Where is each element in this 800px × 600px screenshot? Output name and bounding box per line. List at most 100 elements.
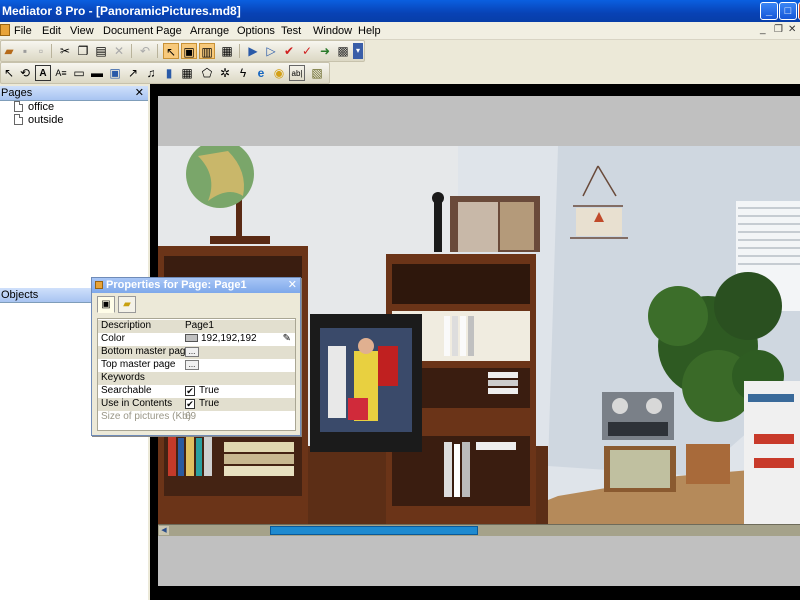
app-menu-icon[interactable]: [0, 24, 10, 36]
page-top-margin: [158, 96, 800, 146]
undo-icon[interactable]: ↶: [137, 43, 153, 59]
toolbar-chevron-icon[interactable]: ▾: [353, 43, 363, 59]
flash-tool-icon[interactable]: ϟ: [235, 65, 251, 81]
grid-icon[interactable]: ▦: [219, 43, 235, 59]
ellipsis-button[interactable]: ...: [185, 347, 199, 357]
mdi-restore-button[interactable]: ❐: [774, 24, 783, 35]
menu-test[interactable]: Test: [281, 25, 301, 37]
cut-icon[interactable]: ✂: [57, 43, 73, 59]
property-label: Keywords: [101, 372, 145, 383]
input-field-tool-icon[interactable]: ab|: [289, 65, 305, 81]
select-tool-icon[interactable]: ↖: [163, 43, 179, 59]
scroll-left-arrow-icon[interactable]: ◀: [159, 526, 169, 535]
draw-tool-icon[interactable]: ↗: [125, 65, 141, 81]
use-in-contents-checkbox[interactable]: ✔: [185, 399, 195, 409]
eyedropper-icon[interactable]: ✎: [283, 333, 291, 344]
mdi-minimize-button[interactable]: _: [760, 24, 766, 35]
menu-help[interactable]: Help: [358, 25, 381, 37]
delete-icon[interactable]: ✕: [111, 43, 127, 59]
property-grid: Description Page1 Color 192,192,192 ✎ Bo…: [97, 318, 296, 431]
color-swatch[interactable]: [185, 334, 198, 342]
pages-panel-close-icon[interactable]: ✕: [135, 86, 144, 99]
property-label: Size of pictures (Kb): [101, 411, 192, 422]
menu-bar: File Edit View Document Page Arrange Opt…: [0, 22, 800, 40]
title-bar: Mediator 8 Pro - [PanoramicPictures.md8]…: [0, 0, 800, 22]
horizontal-scrollbar[interactable]: ◀: [158, 524, 800, 536]
property-label: Searchable: [101, 385, 152, 396]
property-value: 69: [185, 411, 197, 422]
print-icon[interactable]: ▫: [33, 43, 49, 59]
line-tool-icon[interactable]: ▬: [89, 65, 105, 81]
export-icon[interactable]: ➜: [317, 43, 333, 59]
master-view-icon[interactable]: ▥: [199, 43, 215, 59]
paste-icon[interactable]: ▤: [93, 43, 109, 59]
toolbar-separator: [51, 44, 52, 58]
menu-options[interactable]: Options: [237, 25, 275, 37]
check-icon[interactable]: ✔: [281, 43, 297, 59]
button-tool-icon[interactable]: ▭: [71, 65, 87, 81]
browser-tool-icon[interactable]: e: [253, 65, 269, 81]
copy-icon[interactable]: ❐: [75, 43, 91, 59]
page-view-icon[interactable]: ▣: [181, 43, 197, 59]
property-row-keywords[interactable]: Keywords: [98, 372, 295, 385]
publish-icon[interactable]: ▩: [335, 43, 351, 59]
objects-panel-title: Objects: [1, 289, 39, 301]
property-label: Top master page: [101, 359, 176, 370]
page-item[interactable]: office: [14, 101, 54, 115]
rotate-tool-icon[interactable]: ⟲: [17, 65, 33, 81]
menu-view[interactable]: View: [70, 25, 94, 37]
property-row-color[interactable]: Color 192,192,192 ✎: [98, 333, 295, 346]
property-row-bottom-master[interactable]: Bottom master page ...: [98, 346, 295, 359]
property-row-top-master[interactable]: Top master page ...: [98, 359, 295, 372]
property-value[interactable]: Page1: [185, 320, 214, 331]
properties-dialog-titlebar[interactable]: Properties for Page: Page1 ✕: [92, 278, 300, 293]
text-tool-icon[interactable]: A: [35, 65, 51, 81]
image-tool-icon[interactable]: ▣: [107, 65, 123, 81]
property-row-searchable[interactable]: Searchable ✔ True: [98, 385, 295, 398]
check-page-icon[interactable]: ✓: [299, 43, 315, 59]
media-tool-icon[interactable]: ◉: [271, 65, 287, 81]
polygon-tool-icon[interactable]: ⬠: [199, 65, 215, 81]
tab-events-icon[interactable]: ▰: [118, 296, 136, 313]
preview-icon[interactable]: ▷: [263, 43, 279, 59]
property-row-description[interactable]: Description Page1: [98, 320, 295, 333]
pointer-tool-icon[interactable]: ↖: [1, 65, 17, 81]
play-icon[interactable]: ▶: [245, 43, 261, 59]
property-label: Use in Contents: [101, 398, 173, 409]
dialog-close-icon[interactable]: ✕: [288, 278, 297, 291]
menu-document[interactable]: Document: [103, 25, 153, 37]
plugin-tool-icon[interactable]: ▧: [309, 65, 325, 81]
sound-tool-icon[interactable]: ♫: [143, 65, 159, 81]
property-label: Description: [101, 320, 152, 331]
property-value: ...: [185, 359, 199, 370]
textbox-tool-icon[interactable]: A≡: [53, 65, 69, 81]
toolbar-separator: [239, 44, 240, 58]
property-row-size-of-pictures: Size of pictures (Kb) 69: [98, 411, 295, 424]
mdi-close-button[interactable]: ✕: [788, 24, 796, 35]
open-icon[interactable]: ▰: [1, 43, 17, 59]
maximize-button[interactable]: □: [779, 2, 797, 20]
page-bottom-margin: [158, 536, 800, 586]
searchable-checkbox[interactable]: ✔: [185, 386, 195, 396]
scroll-thumb[interactable]: [270, 526, 478, 535]
page-icon: [14, 114, 23, 125]
property-value: ✔ True: [185, 385, 219, 396]
minimize-button[interactable]: _: [760, 2, 778, 20]
properties-dialog-title: Properties for Page: Page1: [106, 279, 247, 291]
ellipsis-button[interactable]: ...: [185, 360, 199, 370]
property-row-use-in-contents[interactable]: Use in Contents ✔ True: [98, 398, 295, 411]
table-tool-icon[interactable]: ▦: [179, 65, 195, 81]
menu-file[interactable]: File: [14, 25, 32, 37]
tools-icon[interactable]: ✲: [217, 65, 233, 81]
video-tool-icon[interactable]: ▮: [161, 65, 177, 81]
tab-properties-icon[interactable]: ▣: [97, 296, 115, 313]
dialog-app-icon: [95, 281, 103, 289]
save-icon[interactable]: ▪: [17, 43, 33, 59]
toolbar-separator: [131, 44, 132, 58]
menu-arrange[interactable]: Arrange: [190, 25, 229, 37]
menu-edit[interactable]: Edit: [42, 25, 61, 37]
property-value[interactable]: 192,192,192: [185, 333, 257, 344]
page-item[interactable]: outside: [14, 114, 63, 128]
menu-window[interactable]: Window: [313, 25, 352, 37]
menu-page[interactable]: Page: [156, 25, 182, 37]
